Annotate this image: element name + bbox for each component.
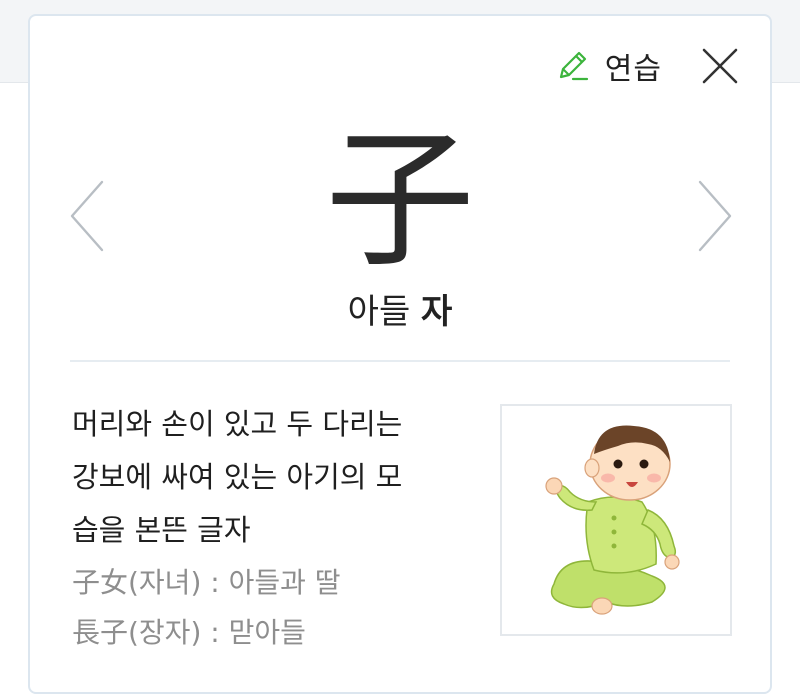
example-word: 子女(자녀) : 아들과 딸 (72, 566, 341, 599)
hanja-meaning: 아들 (347, 292, 411, 332)
hanja-reading: 아들 자 (30, 284, 770, 333)
description-line: 강보에 싸여 있는 아기의 모 (72, 460, 403, 494)
divider (70, 360, 730, 362)
baby-illustration (545, 425, 680, 615)
description-line: 습을 본뜬 글자 (72, 513, 251, 547)
hanja-detail-card: 연습 子 아들 자 머리와 손이 있고 두 다리는 강보에 싸여 있는 아기의 … (28, 14, 772, 694)
character-description: 머리와 손이 있고 두 다리는 강보에 싸여 있는 아기의 모 습을 본뜬 글자 (72, 398, 472, 557)
pencil-icon (559, 51, 588, 81)
hanja-sound: 자 (421, 292, 453, 332)
example-word: 長子(장자) : 맏아들 (72, 616, 306, 649)
character-illustration (500, 404, 732, 636)
example-words: 子女(자녀) : 아들과 딸 長子(장자) : 맏아들 (72, 558, 472, 658)
description-line: 머리와 손이 있고 두 다리는 (72, 407, 403, 441)
close-icon[interactable] (700, 46, 740, 86)
practice-button[interactable]: 연습 (553, 46, 662, 87)
practice-label: 연습 (604, 52, 662, 87)
hanja-character: 子 (324, 114, 475, 288)
